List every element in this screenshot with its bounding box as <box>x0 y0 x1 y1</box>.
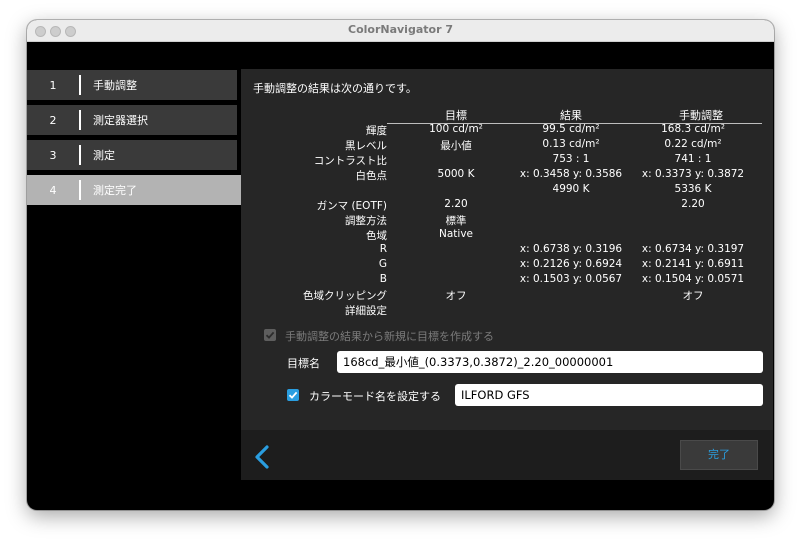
manual-gamma: 2.20 <box>681 198 705 210</box>
step-label: 測定器選択 <box>93 114 148 127</box>
target-clipping: オフ <box>445 290 467 302</box>
color-mode-checkbox[interactable] <box>287 389 299 401</box>
chevron-left-icon <box>255 445 269 469</box>
target-gamma: 2.20 <box>444 198 468 210</box>
window-title: ColorNavigator 7 <box>348 23 453 36</box>
row-label-details: 詳細設定 <box>345 305 387 317</box>
target-luminance: 100 cd/m² <box>429 123 483 135</box>
step-number: 2 <box>49 113 57 127</box>
manual-white-point-cct: 5336 K <box>674 183 712 195</box>
result-white-point-cct: 4990 K <box>552 183 590 195</box>
step-divider <box>79 110 81 130</box>
step-measurement-complete[interactable]: 4 測定完了 <box>27 175 241 205</box>
row-label-black-level: 黒レベル <box>345 140 387 152</box>
row-label-method: 調整方法 <box>345 215 387 227</box>
column-header-target: 目標 <box>445 109 467 122</box>
manual-clipping: オフ <box>682 290 704 302</box>
row-label-gamma: ガンマ (EOTF) <box>316 200 387 212</box>
step-number: 1 <box>49 78 57 92</box>
back-button[interactable] <box>251 444 275 470</box>
step-label: 手動調整 <box>93 79 137 92</box>
step-divider <box>79 180 81 200</box>
results-intro: 手動調整の結果は次の通りです。 <box>253 82 417 95</box>
target-name-field[interactable]: 168cd_最小値_(0.3373,0.3872)_2.20_00000001 <box>337 351 763 373</box>
footer-bar: 完了 <box>241 430 773 480</box>
manual-g: x: 0.2141 y: 0.6911 <box>641 258 745 270</box>
results-panel: 手動調整の結果は次の通りです。 目標 結果 手動調整 輝度 黒レベル コントラス… <box>241 69 773 480</box>
row-label-white-point: 白色点 <box>355 170 388 182</box>
step-number: 4 <box>49 183 57 197</box>
step-manual-adjustment[interactable]: 1 手動調整 <box>27 70 237 100</box>
app-window: ColorNavigator 7 1 手動調整 2 測定器選択 3 測定 4 測… <box>27 20 774 510</box>
create-target-label: 手動調整の結果から新規に目標を作成する <box>285 330 494 343</box>
target-black-level: 最小値 <box>440 140 472 152</box>
step-select-device[interactable]: 2 測定器選択 <box>27 105 237 135</box>
color-mode-label: カラーモード名を設定する <box>309 390 441 403</box>
manual-b: x: 0.1504 y: 0.0571 <box>641 273 745 285</box>
create-target-checkbox[interactable] <box>264 329 276 341</box>
checkmark-icon <box>288 391 298 399</box>
manual-luminance: 168.3 cd/m² <box>661 123 725 135</box>
result-b: x: 0.1503 y: 0.0567 <box>519 273 623 285</box>
result-luminance: 99.5 cd/m² <box>542 123 600 135</box>
row-label-clipping: 色域クリッピング <box>303 290 387 302</box>
step-number: 3 <box>49 148 57 162</box>
row-label-gamut: 色域 <box>366 230 387 242</box>
manual-white-point: x: 0.3373 y: 0.3872 <box>641 168 745 180</box>
row-label-g: G <box>378 258 387 270</box>
result-white-point: x: 0.3458 y: 0.3586 <box>519 168 623 180</box>
step-label: 測定完了 <box>93 184 137 197</box>
result-g: x: 0.2126 y: 0.6924 <box>519 258 623 270</box>
row-label-b: B <box>379 273 387 285</box>
step-label: 測定 <box>93 149 115 162</box>
target-name-label: 目標名 <box>287 357 320 370</box>
column-header-manual: 手動調整 <box>679 109 723 122</box>
target-gamut: Native <box>439 228 473 240</box>
step-measurement[interactable]: 3 測定 <box>27 140 237 170</box>
target-method: 標準 <box>445 215 467 227</box>
row-label-contrast: コントラスト比 <box>313 155 387 167</box>
result-contrast: 753 : 1 <box>552 153 590 165</box>
step-divider <box>79 145 81 165</box>
step-divider <box>79 75 81 95</box>
done-button[interactable]: 完了 <box>680 440 758 470</box>
checkmark-icon <box>265 331 275 339</box>
manual-black-level: 0.22 cd/m² <box>664 138 722 150</box>
target-white-point: 5000 K <box>437 168 475 180</box>
color-mode-name-field[interactable]: ILFORD GFS <box>455 384 763 406</box>
title-bar: ColorNavigator 7 <box>27 20 774 42</box>
row-label-luminance: 輝度 <box>366 125 387 137</box>
result-r: x: 0.6738 y: 0.3196 <box>519 243 623 255</box>
result-black-level: 0.13 cd/m² <box>542 138 600 150</box>
manual-contrast: 741 : 1 <box>674 153 712 165</box>
row-label-r: R <box>379 243 387 255</box>
column-header-result: 結果 <box>560 109 582 122</box>
manual-r: x: 0.6734 y: 0.3197 <box>641 243 745 255</box>
